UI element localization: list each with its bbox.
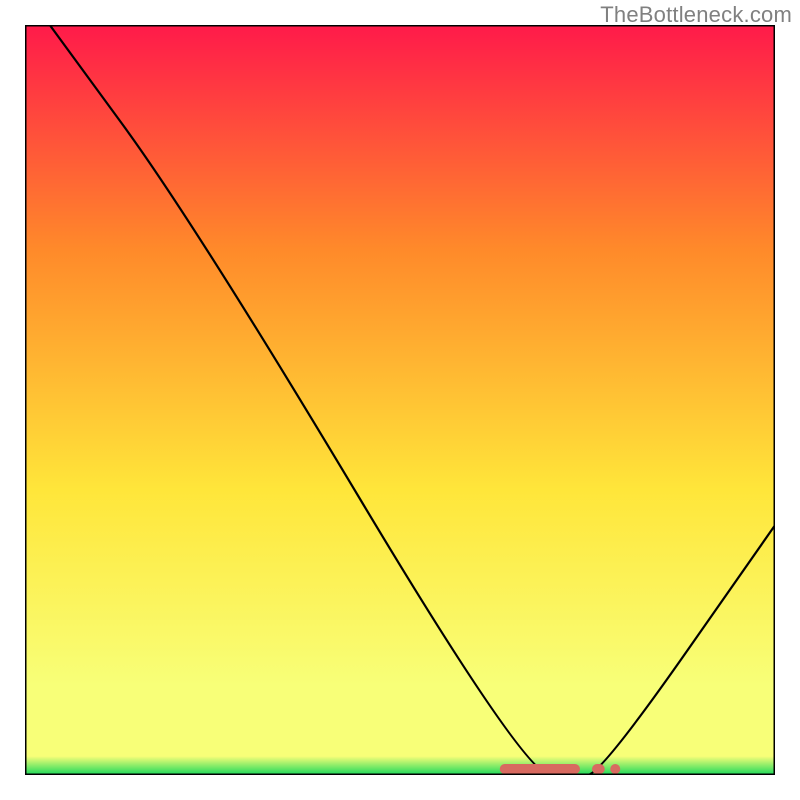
chart-canvas: TheBottleneck.com bbox=[0, 0, 800, 800]
optimal-band-point bbox=[610, 764, 620, 774]
optimal-band-segment bbox=[500, 764, 580, 774]
optimal-band-segment bbox=[592, 764, 605, 774]
gradient-background bbox=[25, 25, 775, 775]
chart-svg bbox=[25, 25, 775, 775]
plot-area bbox=[25, 25, 775, 775]
